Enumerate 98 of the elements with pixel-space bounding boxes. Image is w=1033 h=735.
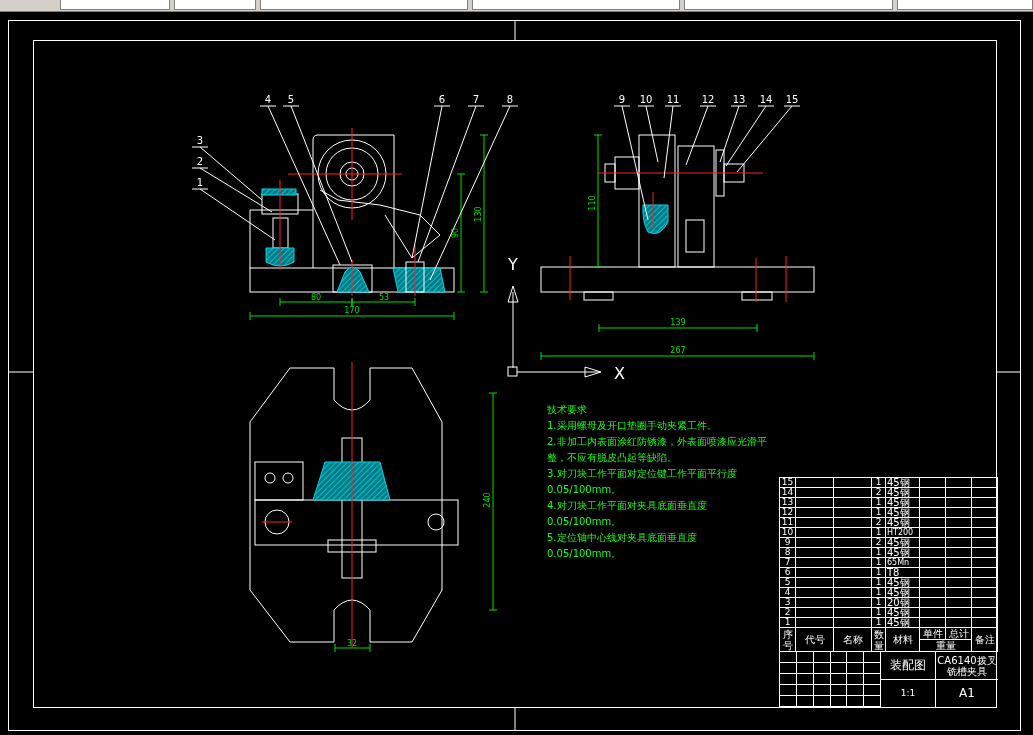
table-cell: 1 — [779, 617, 796, 628]
table-cell: 2 — [871, 537, 886, 548]
column-header: 单件 — [919, 627, 946, 640]
table-cell: 2 — [871, 487, 886, 498]
column-header: 备注 — [971, 627, 998, 652]
column-header: 重量 — [919, 639, 972, 652]
requirement-text: 5.定位轴中心线对夹具底面垂直度 0.05/100mm。 — [547, 531, 698, 561]
document-tab[interactable] — [60, 0, 170, 10]
table-cell: 1 — [871, 617, 886, 628]
table-cell: 1 — [871, 587, 886, 598]
document-tab[interactable] — [896, 0, 1033, 10]
column-header: 总计 — [945, 627, 972, 640]
table-cell: 45钢 — [885, 617, 920, 628]
drawing-name: 装配图 — [890, 658, 926, 673]
table-cell: 45钢 — [885, 517, 920, 528]
part-number-label: 11 — [666, 94, 680, 105]
table-cell: 1 — [871, 507, 886, 518]
requirement-text: 4.对刀块工作平面对夹具底面垂直度 0.05/100mm。 — [547, 499, 708, 529]
table-cell: 45钢 — [885, 607, 920, 618]
part-number-label: 9 — [618, 94, 626, 105]
requirement-text: 2.非加工内表面涂红防锈漆，外表面喷漆应光滑平整，不应有脱皮凸起等缺陷。 — [547, 435, 768, 465]
part-number-label: 14 — [759, 94, 773, 105]
table-cell: 7 — [779, 557, 796, 568]
part-number-label: 3 — [196, 135, 204, 146]
table-cell: 45钢 — [885, 477, 920, 488]
part-number-label: 6 — [438, 94, 446, 105]
document-tab[interactable] — [472, 0, 681, 10]
part-number-label: 8 — [506, 94, 514, 105]
table-cell: 1 — [871, 527, 886, 538]
part-number-label: 2 — [196, 156, 204, 167]
column-header: 代号 — [795, 627, 834, 652]
dimension-text: 267 — [670, 346, 686, 355]
dimension-text: 130 — [474, 206, 483, 222]
table-cell: 1 — [871, 577, 886, 588]
dimension-text: 170 — [344, 306, 360, 315]
dimension-text: 80 — [310, 293, 322, 302]
table-cell: 45钢 — [885, 507, 920, 518]
column-header: 名称 — [833, 627, 872, 652]
table-cell: 45钢 — [885, 547, 920, 558]
part-number-label: 13 — [732, 94, 746, 105]
table-cell: 10 — [779, 527, 796, 538]
part-number-label: 1 — [196, 177, 204, 188]
table-cell: 45钢 — [885, 487, 920, 498]
part-number-label: 4 — [264, 94, 272, 105]
dimension-text: 240 — [483, 492, 492, 508]
table-cell: 1 — [871, 547, 886, 558]
requirement-text: 3.对刀块工作平面对定位键工作平面平行度 0.05/100mm。 — [547, 467, 738, 497]
table-cell: 20钢 — [885, 597, 920, 608]
column-header: 序号 — [782, 628, 793, 651]
table-cell: 1 — [871, 497, 886, 508]
column-header: 材料 — [885, 627, 920, 652]
table-cell: 1 — [871, 597, 886, 608]
table-cell: 1 — [871, 477, 886, 488]
axis-label: Y — [508, 255, 518, 274]
table-cell: 45钢 — [885, 537, 920, 548]
column-header: 数量 — [873, 628, 884, 651]
table-cell: 13 — [779, 497, 796, 508]
table-cell: 11 — [779, 517, 796, 528]
product-name: CA6140拨叉铣槽夹具 — [936, 654, 998, 677]
table-cell: 45钢 — [885, 497, 920, 508]
part-number-label: 7 — [472, 94, 480, 105]
table-cell: 5 — [779, 577, 796, 588]
table-cell: 2 — [779, 607, 796, 618]
sheet-size: A1 — [959, 686, 975, 701]
part-number-label: 5 — [287, 94, 295, 105]
table-cell: 45钢 — [885, 577, 920, 588]
dimension-text: 32 — [346, 639, 358, 648]
part-number-label: 10 — [639, 94, 653, 105]
document-tab[interactable] — [684, 0, 893, 10]
table-cell: 1 — [871, 607, 886, 618]
requirement-text: 1.采用螺母及开口垫圈手动夹紧工件。 — [547, 419, 718, 433]
table-cell: HT200 — [885, 527, 920, 538]
dimension-text: 110 — [588, 195, 597, 211]
table-cell: 15 — [779, 477, 796, 488]
requirements-title: 技术要求 — [547, 403, 588, 417]
table-cell: 14 — [779, 487, 796, 498]
table-cell: 3 — [779, 597, 796, 608]
table-cell: 2 — [871, 517, 886, 528]
dimension-text: 53 — [378, 293, 390, 302]
table-cell: 1 — [871, 567, 886, 578]
table-cell: 45钢 — [885, 587, 920, 598]
table-cell: 12 — [779, 507, 796, 518]
document-tab[interactable] — [173, 0, 257, 10]
document-tab[interactable] — [260, 0, 469, 10]
scale-text: 1:1 — [900, 688, 916, 699]
leader-line — [685, 105, 717, 166]
table-cell: 65Mn — [885, 557, 920, 568]
table-cell: 4 — [779, 587, 796, 598]
table-cell: 9 — [779, 537, 796, 548]
part-number-label: 15 — [785, 94, 799, 105]
table-cell: 1 — [871, 557, 886, 568]
table-cell: T8 — [885, 567, 920, 578]
dimension-text: 139 — [670, 318, 686, 327]
table-cell: 8 — [779, 547, 796, 558]
dimension-text: 90 — [451, 227, 460, 239]
table-cell: 6 — [779, 567, 796, 578]
axis-label: X — [614, 364, 625, 383]
part-number-label: 12 — [701, 94, 715, 105]
